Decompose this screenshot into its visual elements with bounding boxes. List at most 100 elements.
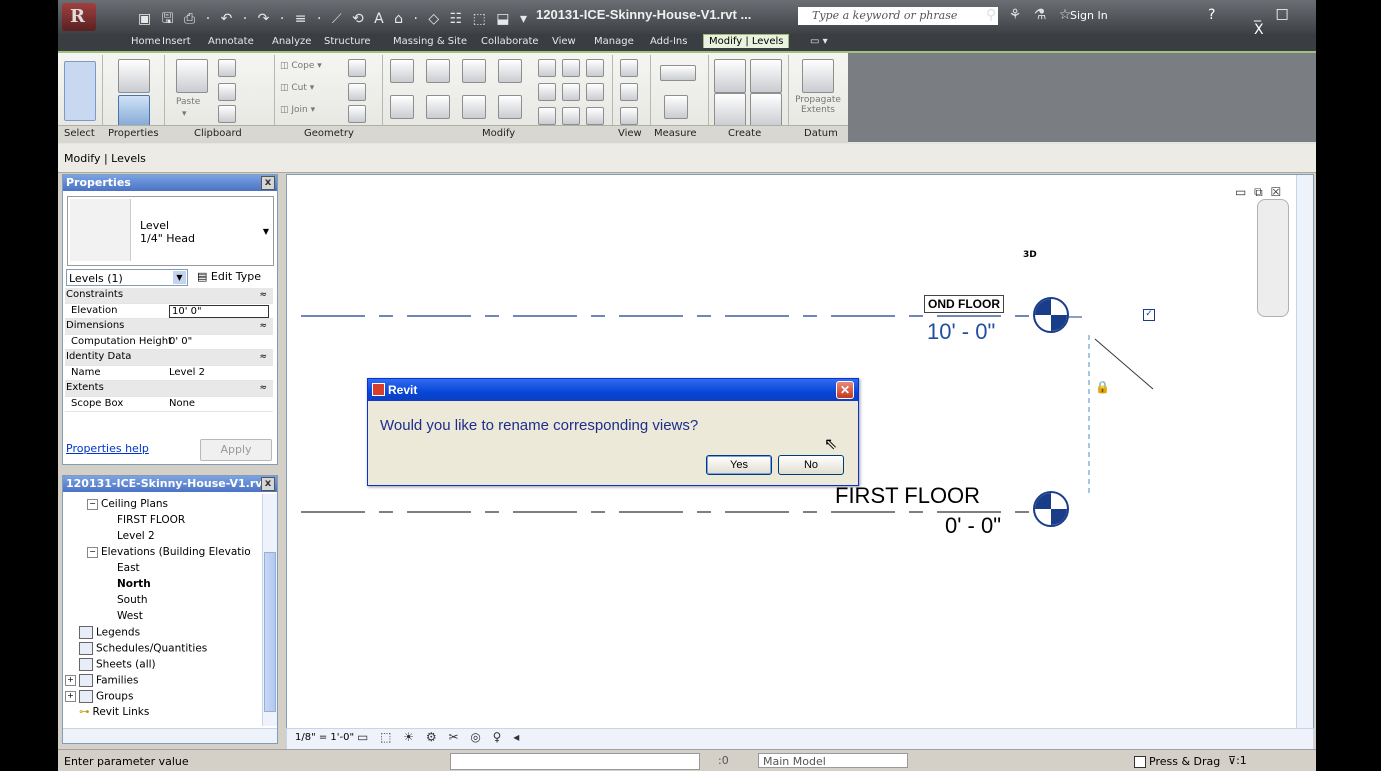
tab-modify-levels[interactable]: Modify | Levels — [703, 34, 790, 48]
array-icon[interactable] — [538, 83, 556, 101]
collapse-icon[interactable]: − — [87, 546, 98, 558]
category-constraints[interactable]: Constraints ≈ — [65, 288, 273, 304]
tab-insert[interactable]: Insert — [162, 36, 191, 47]
press-drag-toggle[interactable]: Press & Drag — [1134, 755, 1220, 768]
tree-west[interactable]: West — [117, 610, 143, 622]
tree-schedules[interactable]: Schedules/Quantities — [79, 642, 207, 655]
tree-sheets[interactable]: Sheets (all) — [79, 658, 156, 671]
tab-view[interactable]: View — [552, 36, 576, 47]
measure-icon[interactable] — [664, 95, 688, 119]
tree-east[interactable]: East — [117, 562, 140, 574]
filter-icon[interactable]: ⊽:1 — [1228, 754, 1247, 767]
first-floor-elevation[interactable]: 0' - 0" — [945, 513, 1001, 539]
browser-horizontal-scrollbar[interactable] — [63, 728, 277, 743]
tree-families[interactable]: + Families — [65, 674, 138, 687]
group-label-select[interactable]: Select — [64, 128, 95, 139]
property-value[interactable]: 0' 0" — [169, 335, 192, 349]
split-icon[interactable] — [538, 59, 556, 77]
tree-groups[interactable]: + Groups — [65, 690, 133, 703]
quick-access-toolbar[interactable]: ▣ 🖫 ⎙ · ↶ · ↷ · ≡ · ⟋ ⟲ A ⌂ · ◇ ☷ ⬚ ⬓ ▾ — [138, 8, 530, 32]
tree-revit-links[interactable]: ⊶ Revit Links — [79, 706, 149, 718]
search-input[interactable]: Type a keyword or phrase — [798, 7, 998, 25]
hide-bubble-checkbox[interactable]: ✓ — [1143, 309, 1155, 321]
create-parts-icon[interactable] — [750, 93, 782, 127]
collapse-icon[interactable]: ≈ — [259, 288, 267, 302]
browser-vertical-scrollbar[interactable] — [262, 494, 277, 726]
hide-icon[interactable] — [620, 59, 638, 77]
expand-icon[interactable]: + — [65, 691, 76, 702]
design-option-select[interactable]: Main Model — [758, 753, 908, 768]
category-dimensions[interactable]: Dimensions ≈ — [65, 319, 273, 335]
dialog-title-bar[interactable]: Revit ✕ — [368, 379, 858, 401]
tree-north[interactable]: North — [117, 578, 151, 590]
close-icon[interactable]: x — [261, 176, 275, 190]
modify-select-icon[interactable] — [64, 61, 96, 121]
property-value[interactable]: None — [169, 397, 195, 411]
collapse-icon[interactable]: ≈ — [259, 381, 267, 395]
second-floor-level-head-icon[interactable] — [1033, 297, 1069, 333]
expand-icon[interactable]: + — [65, 675, 76, 686]
navigation-bar[interactable] — [1257, 199, 1289, 317]
cope-tool[interactable]: ◫ Cope ▾ — [280, 61, 322, 71]
apply-button[interactable]: Apply — [200, 439, 272, 461]
scrollbar-thumb[interactable] — [264, 552, 276, 712]
paint-icon[interactable] — [348, 83, 366, 101]
match-properties-icon[interactable] — [218, 105, 236, 123]
press-drag-checkbox[interactable] — [1134, 756, 1146, 768]
tab-extra-icon[interactable]: ▭ ▾ — [810, 36, 828, 47]
type-properties-icon[interactable] — [118, 59, 150, 93]
help-icon[interactable]: ? — [1208, 7, 1215, 23]
wall-joins-icon[interactable] — [348, 105, 366, 123]
align-icon[interactable] — [390, 59, 414, 83]
tree-south[interactable]: South — [117, 594, 148, 606]
view-window-controls[interactable]: ▭ ⧉ ☒ — [1235, 185, 1283, 200]
tab-structure[interactable]: Structure — [324, 36, 371, 47]
override-icon[interactable] — [620, 83, 638, 101]
close-icon[interactable]: ✕ — [836, 381, 854, 399]
paste-dropdown-icon[interactable]: ▾ — [182, 109, 187, 119]
trim-single-icon[interactable] — [562, 107, 580, 125]
infocenter-icons[interactable]: ⚲ ⚘ ⚗ ☆ — [986, 7, 1075, 23]
view-control-icons[interactable]: ▭ ⬚ ☀ ⚙ ✂ ◎ ♀ ◂ — [357, 730, 523, 744]
mirror-draw-icon[interactable] — [498, 59, 522, 83]
first-floor-name[interactable]: FIRST FLOOR — [835, 483, 980, 509]
scale-icon[interactable] — [562, 83, 580, 101]
second-floor-name-editor[interactable]: OND FLOOR — [924, 295, 1004, 313]
no-button[interactable]: No — [778, 455, 844, 475]
first-floor-level-head-icon[interactable] — [1033, 491, 1069, 527]
propagate-extents-icon[interactable] — [802, 59, 834, 93]
create-group-icon[interactable] — [714, 59, 746, 93]
tree-elevations[interactable]: − Elevations (Building Elevatio — [87, 546, 251, 558]
split-face-icon[interactable] — [348, 59, 366, 77]
create-similar-icon[interactable] — [750, 59, 782, 93]
chevron-down-icon[interactable]: ▼ — [263, 227, 269, 236]
trim-multiple-icon[interactable] — [538, 107, 556, 125]
unpin-icon[interactable] — [586, 59, 604, 77]
collapse-icon[interactable]: − — [87, 498, 98, 510]
edit-type-button[interactable]: ▤ Edit Type — [197, 270, 261, 283]
offset-icon[interactable] — [426, 59, 450, 83]
aligned-dimension-icon[interactable] — [660, 65, 696, 81]
properties-help-link[interactable]: Properties help — [66, 442, 149, 455]
category-identity-data[interactable]: Identity Data ≈ — [65, 350, 273, 366]
linework-icon[interactable] — [620, 107, 638, 125]
sign-in-link[interactable]: Sign In — [1070, 9, 1108, 22]
rotate-icon[interactable] — [462, 95, 486, 119]
tab-manage[interactable]: Manage — [594, 36, 634, 47]
paste-icon[interactable] — [176, 59, 208, 93]
collapse-icon[interactable]: ≈ — [259, 319, 267, 333]
tab-collaborate[interactable]: Collaborate — [481, 36, 539, 47]
elevation-input[interactable]: 10' 0" — [169, 304, 269, 318]
tab-annotate[interactable]: Annotate — [208, 36, 254, 47]
instance-filter-select[interactable]: Levels (1) ▼ — [66, 269, 188, 286]
move-icon[interactable] — [390, 95, 414, 119]
collapse-icon[interactable]: ≈ — [259, 350, 267, 364]
cut-tool[interactable]: ◫ Cut ▾ — [280, 83, 314, 93]
tab-home[interactable]: Home — [131, 36, 161, 47]
copy-icon[interactable] — [218, 83, 236, 101]
delete-icon[interactable] — [586, 107, 604, 125]
lock-icon[interactable]: 🔒 — [1095, 380, 1110, 394]
join-tool[interactable]: ◫ Join ▾ — [280, 105, 315, 115]
tree-first-floor[interactable]: FIRST FLOOR — [117, 514, 185, 526]
property-value[interactable]: Level 2 — [169, 366, 205, 380]
